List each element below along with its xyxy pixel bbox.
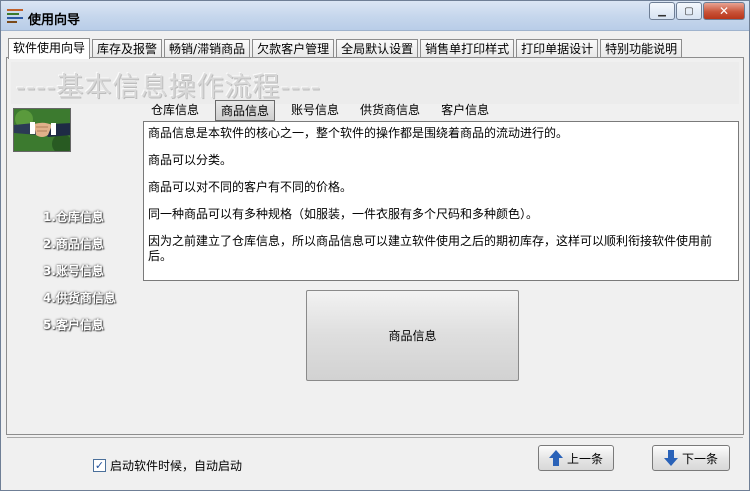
tab-global-defaults[interactable]: 全局默认设置 xyxy=(336,39,419,58)
auto-start-checkbox[interactable]: ✓ xyxy=(93,459,106,472)
arrow-up-icon xyxy=(548,450,563,466)
info-text-box[interactable]: 商品信息是本软件的核心之一，整个软件的操作都是围绕着商品的流动进行的。 商品可以… xyxy=(143,121,739,281)
tab-print-design[interactable]: 打印单据设计 xyxy=(516,39,599,58)
wizard-window: 使用向导 ▁ ▢ ✕ 软件使用向导 库存及报警 畅销/滞销商品 欠款客户管理 全… xyxy=(0,0,750,491)
step-customer-info[interactable]: 5.客户信息 xyxy=(43,316,116,343)
main-tab-strip: 软件使用向导 库存及报警 畅销/滞销商品 欠款客户管理 全局默认设置 销售单打印… xyxy=(8,37,684,59)
tab-special-features[interactable]: 特别功能说明 xyxy=(600,39,683,58)
next-button[interactable]: 下一条 xyxy=(652,445,730,471)
info-paragraph: 商品可以对不同的客户有不同的价格。 xyxy=(148,180,353,194)
step-account-info[interactable]: 3.账号信息 xyxy=(43,262,116,289)
tab-best-slow-sellers[interactable]: 畅销/滞销商品 xyxy=(164,39,251,58)
subtab-account[interactable]: 账号信息 xyxy=(286,100,344,121)
tab-usage-guide[interactable]: 软件使用向导 xyxy=(8,38,91,59)
subtab-warehouse[interactable]: 仓库信息 xyxy=(146,100,204,121)
tab-sales-print-style[interactable]: 销售单打印样式 xyxy=(420,39,515,58)
product-info-button[interactable]: 商品信息 xyxy=(306,290,519,381)
footer-divider xyxy=(7,437,743,438)
step-product-info[interactable]: 2.商品信息 xyxy=(43,235,116,262)
title-bar: 使用向导 ▁ ▢ ✕ xyxy=(1,1,749,31)
step-list: 1.仓库信息 2.商品信息 3.账号信息 4.供货商信息 5.客户信息 xyxy=(43,208,116,343)
banner-title: ----基本信息操作流程---- xyxy=(16,72,321,103)
tab-debt-customers[interactable]: 欠款客户管理 xyxy=(252,39,335,58)
info-paragraph: 商品信息是本软件的核心之一，整个软件的操作都是围绕着商品的流动进行的。 xyxy=(148,126,569,140)
info-paragraph: 商品可以分类。 xyxy=(148,153,233,167)
arrow-down-icon xyxy=(663,450,678,466)
info-subtabs: 仓库信息 商品信息 账号信息 供货商信息 客户信息 xyxy=(146,100,505,121)
info-paragraph: 因为之前建立了仓库信息，所以商品信息可以建立软件使用之后的期初库存，这样可以顺利… xyxy=(148,234,713,263)
window-controls: ▁ ▢ ✕ xyxy=(648,2,745,20)
window-title: 使用向导 xyxy=(28,13,81,28)
subtab-supplier[interactable]: 供货商信息 xyxy=(355,100,425,121)
previous-label: 上一条 xyxy=(566,451,603,466)
tab-panel: ----基本信息操作流程---- 1.仓库信息 2.商品信息 3.账号信息 4.… xyxy=(6,57,744,435)
subtab-product[interactable]: 商品信息 xyxy=(215,100,276,121)
step-warehouse-info[interactable]: 1.仓库信息 xyxy=(43,208,116,235)
subtab-customer[interactable]: 客户信息 xyxy=(436,100,494,121)
auto-start-option[interactable]: ✓ 启动软件时候，自动启动 xyxy=(93,457,242,474)
step-supplier-info[interactable]: 4.供货商信息 xyxy=(43,289,116,316)
minimize-button[interactable]: ▁ xyxy=(649,2,675,20)
close-button[interactable]: ✕ xyxy=(703,2,745,20)
previous-button[interactable]: 上一条 xyxy=(538,445,614,471)
tab-stock-alert[interactable]: 库存及报警 xyxy=(92,39,163,58)
next-label: 下一条 xyxy=(681,451,718,466)
app-list-icon xyxy=(7,9,23,23)
auto-start-label: 启动软件时候，自动启动 xyxy=(110,459,243,473)
handshake-image xyxy=(13,108,71,152)
maximize-button[interactable]: ▢ xyxy=(676,2,702,20)
info-paragraph: 同一种商品可以有多种规格（如服装，一件衣服有多个尺码和多种颜色）。 xyxy=(148,207,539,221)
banner: ----基本信息操作流程---- xyxy=(11,62,739,104)
